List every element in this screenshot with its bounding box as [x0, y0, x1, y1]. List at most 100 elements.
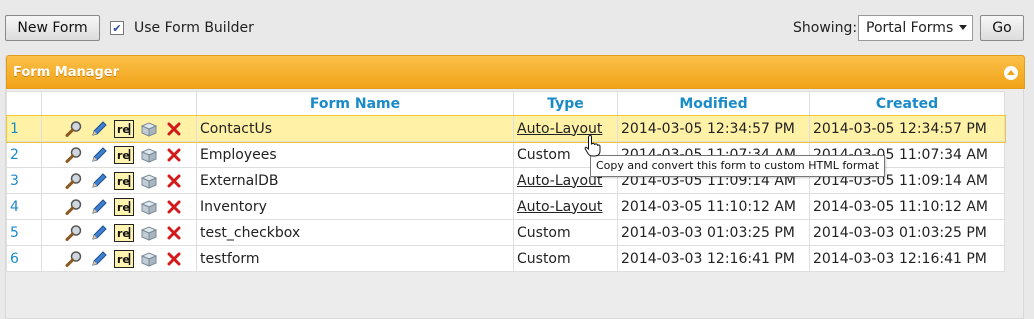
delete-x-icon[interactable] [163, 197, 184, 217]
svg-text:re: re [117, 123, 130, 136]
regex-icon[interactable]: re [113, 197, 134, 217]
row-number: 1 [6, 115, 42, 142]
type-label: Custom [517, 250, 571, 267]
table-row[interactable]: 5 re test_checkbox Custom 2014-03-03 01:03:25… [6, 219, 1005, 246]
type-cell: Custom [513, 219, 618, 246]
col-actions [41, 91, 197, 116]
chevron-down-icon [959, 25, 967, 30]
row-actions: re [41, 219, 197, 246]
col-modified[interactable]: Modified [617, 91, 810, 116]
col-number [6, 91, 42, 116]
magnifier-icon[interactable] [63, 249, 84, 269]
svg-text:re: re [117, 227, 130, 240]
modified-cell: 2014-03-03 12:16:41 PM [617, 245, 810, 272]
created-time: 12:16:41 PM [899, 250, 987, 267]
svg-text:re: re [117, 149, 130, 162]
new-form-button[interactable]: New Form [5, 15, 100, 41]
regex-icon[interactable]: re [113, 223, 134, 243]
row-actions: re [41, 141, 197, 168]
modified-cell: 2014-03-05 12:34:57 PM [617, 115, 810, 142]
showing-label: Showing: [793, 20, 858, 36]
pencil-icon[interactable] [88, 223, 109, 243]
delete-x-icon[interactable] [163, 223, 184, 243]
use-form-builder-checkbox[interactable]: ✔ [110, 21, 124, 35]
delete-x-icon[interactable] [163, 119, 184, 139]
collapse-icon[interactable] [1004, 66, 1018, 80]
row-actions: re [41, 115, 197, 142]
created-date: 2014-03-03 [813, 250, 895, 267]
form-manager-panel: Form Manager Form Name Type Modified Cre… [5, 55, 1025, 319]
type-label: Custom [517, 224, 571, 241]
regex-icon[interactable]: re [113, 249, 134, 269]
use-form-builder-toggle[interactable]: ✔ Use Form Builder [110, 20, 254, 36]
pencil-icon[interactable] [88, 119, 109, 139]
created-cell: 2014-03-05 11:10:12 AM [809, 193, 1005, 220]
delete-x-icon[interactable] [163, 249, 184, 269]
svg-text:re: re [117, 201, 130, 214]
pencil-icon[interactable] [88, 197, 109, 217]
modified-cell: 2014-03-05 11:10:12 AM [617, 193, 810, 220]
form-name-cell: Employees [196, 141, 514, 168]
magnifier-icon[interactable] [63, 223, 84, 243]
copy-box-icon[interactable] [138, 249, 159, 269]
showing-select[interactable]: Portal Forms [858, 15, 973, 41]
form-name-cell: Inventory [196, 193, 514, 220]
panel-header: Form Manager [6, 55, 1025, 89]
form-name-cell: test_checkbox [196, 219, 514, 246]
modified-cell: 2014-03-03 01:03:25 PM [617, 219, 810, 246]
created-date: 2014-03-05 [813, 120, 895, 137]
created-time: 11:07:34 AM [899, 146, 988, 163]
pencil-icon[interactable] [88, 171, 109, 191]
delete-x-icon[interactable] [163, 145, 184, 165]
svg-text:re: re [117, 175, 130, 188]
magnifier-icon[interactable] [63, 119, 84, 139]
copy-box-icon[interactable] [138, 171, 159, 191]
form-table: Form Name Type Modified Created 1 re Conta… [5, 91, 1006, 272]
pencil-icon[interactable] [88, 249, 109, 269]
panel-title: Form Manager [13, 65, 120, 80]
created-cell: 2014-03-03 12:16:41 PM [809, 245, 1005, 272]
use-form-builder-label: Use Form Builder [134, 20, 254, 36]
col-created[interactable]: Created [809, 91, 1005, 116]
copy-box-icon[interactable] [138, 145, 159, 165]
created-cell: 2014-03-05 12:34:57 PM [809, 115, 1005, 142]
tooltip: Copy and convert this form to custom HTM… [590, 155, 886, 177]
copy-box-icon[interactable] [138, 223, 159, 243]
col-type[interactable]: Type [513, 91, 618, 116]
modified-time: 11:10:12 AM [707, 198, 796, 215]
row-actions: re [41, 245, 197, 272]
regex-icon[interactable]: re [113, 119, 134, 139]
row-number: 2 [6, 141, 42, 168]
pencil-icon[interactable] [88, 145, 109, 165]
table-row[interactable]: 1 re ContactUs Auto-Layout 2014-03-05 12:34:5… [5, 114, 1006, 143]
delete-x-icon[interactable] [163, 171, 184, 191]
col-form-name[interactable]: Form Name [196, 91, 514, 116]
modified-date: 2014-03-03 [621, 224, 703, 241]
table-header-row: Form Name Type Modified Created [6, 91, 1005, 116]
copy-box-icon[interactable] [138, 119, 159, 139]
modified-date: 2014-03-03 [621, 250, 703, 267]
created-cell: 2014-03-03 01:03:25 PM [809, 219, 1005, 246]
row-actions: re [41, 167, 197, 194]
table-row[interactable]: 6 re testform Custom 2014-03-03 12:16:41 PM 20… [6, 245, 1005, 272]
magnifier-icon[interactable] [63, 171, 84, 191]
row-number: 6 [6, 245, 42, 272]
created-time: 11:10:12 AM [899, 198, 988, 215]
regex-icon[interactable]: re [113, 145, 134, 165]
magnifier-icon[interactable] [63, 197, 84, 217]
type-cell: Auto-Layout [513, 193, 618, 220]
created-time: 11:09:14 AM [899, 172, 988, 189]
table-row[interactable]: 4 re Inventory Auto-Layout 2014-03-05 11:10:1… [6, 193, 1005, 220]
form-name-cell: testform [196, 245, 514, 272]
modified-time: 12:16:41 PM [707, 250, 795, 267]
created-date: 2014-03-05 [813, 198, 895, 215]
type-link[interactable]: Auto-Layout [517, 199, 602, 215]
regex-icon[interactable]: re [113, 171, 134, 191]
magnifier-icon[interactable] [63, 145, 84, 165]
go-button[interactable]: Go [980, 15, 1024, 41]
toolbar: New Form ✔ Use Form Builder Showing: Por… [0, 0, 1034, 54]
row-number: 4 [6, 193, 42, 220]
copy-box-icon[interactable] [138, 197, 159, 217]
type-label: Custom [517, 146, 571, 163]
modified-date: 2014-03-05 [621, 120, 703, 137]
